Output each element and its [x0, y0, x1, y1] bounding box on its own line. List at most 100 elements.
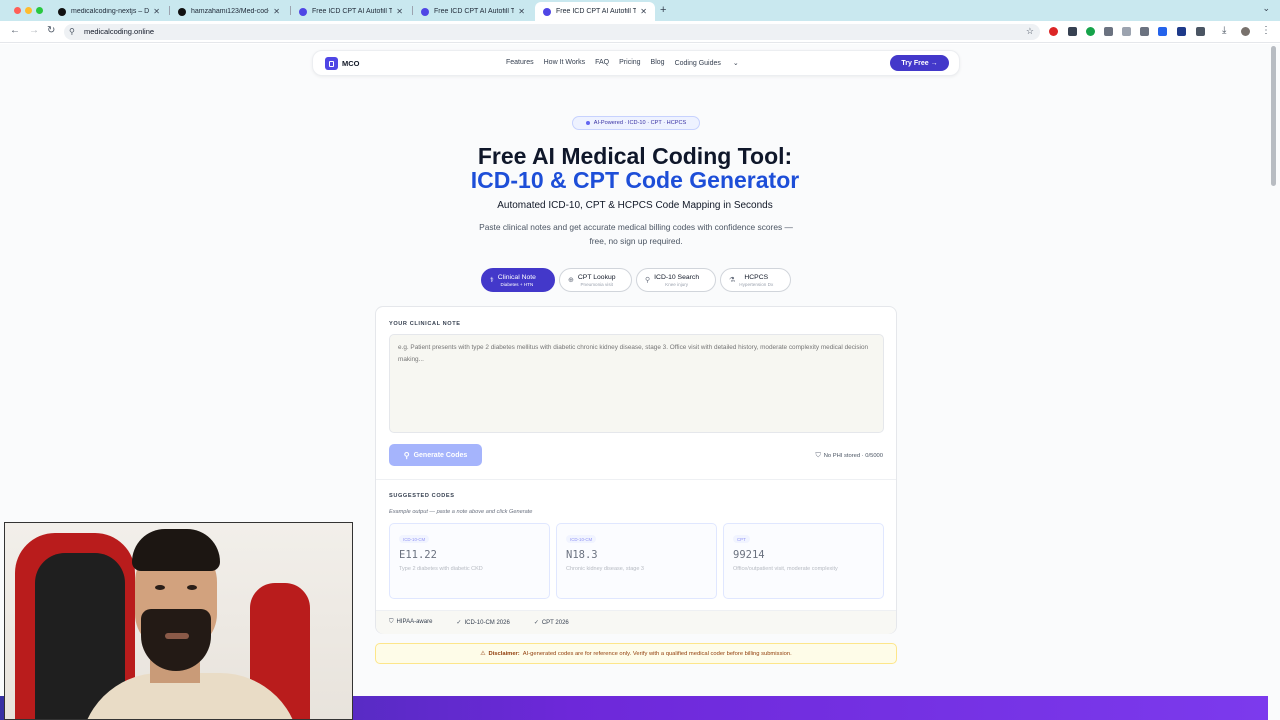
example-output-note: Example output — paste a note above and … [389, 509, 533, 515]
tab-subtitle: Hypertension Dx [739, 281, 774, 287]
extension-icon[interactable] [1049, 27, 1058, 36]
nav-link-features[interactable]: Features [506, 59, 534, 67]
close-window-button[interactable] [14, 7, 21, 14]
extensions-puzzle-icon[interactable] [1196, 27, 1205, 36]
browser-toolbar: ← → ↻ ⚲ medicalcoding.online ☆ ⤓ ⋮ [0, 21, 1280, 43]
nav-link-blog[interactable]: Blog [651, 59, 665, 67]
code-type-badge: ICD-10-CM [566, 535, 597, 543]
zoom-window-button[interactable] [36, 7, 43, 14]
address-bar[interactable]: ⚲ medicalcoding.online ☆ [64, 24, 1040, 40]
presenter-eye [187, 585, 197, 590]
bookmark-star-icon[interactable]: ☆ [1026, 26, 1034, 37]
extension-icon[interactable] [1177, 27, 1186, 36]
tab-icd10-search[interactable]: ⚲ ICD-10 Search Knee injury [636, 268, 716, 292]
shield-icon: ⛉ [815, 452, 821, 459]
back-arrow-icon[interactable]: ← [10, 25, 20, 36]
disclaimer-banner: ⚠ Disclaimer: AI-generated codes are for… [375, 643, 897, 664]
tab-title: Free ICD CPT AI Autofill Tool [312, 8, 393, 15]
close-tab-icon[interactable]: ✕ [273, 7, 280, 16]
hero-title-line2: ICD-10 & CPT Code Generator [470, 167, 800, 193]
site-info-icon[interactable]: ⚲ [69, 27, 75, 36]
icd10-badge: ✓ ICD-10-CM 2026 [456, 619, 521, 626]
generate-codes-button[interactable]: ⚲ Generate Codes [389, 444, 482, 466]
phi-status: ⛉ No PHI stored · 0/5000 [815, 452, 883, 460]
extension-icon[interactable] [1140, 27, 1149, 36]
extension-icon[interactable] [1158, 27, 1167, 36]
check-icon: ✓ [533, 620, 539, 626]
close-tab-icon[interactable]: ✕ [153, 7, 160, 16]
nav-link-how-it-works[interactable]: How It Works [544, 59, 586, 67]
code-value: 99214 [733, 549, 765, 561]
webcam-overlay [4, 522, 353, 720]
tab-title: Free ICD CPT AI Autofill Tool [434, 8, 515, 15]
nav-links: Features How It Works FAQ Pricing Blog C… [506, 59, 759, 67]
code-value: E11.22 [399, 549, 437, 561]
browser-tab[interactable]: Free ICD CPT AI Autofill Tool ✕ [291, 2, 411, 21]
profile-avatar[interactable] [1241, 27, 1250, 36]
user-doctor-icon: ⚕ [490, 277, 494, 284]
clinical-note-input[interactable] [389, 334, 884, 433]
browser-tab[interactable]: Free ICD CPT AI Autofill Tool ✕ [413, 2, 533, 21]
close-tab-icon[interactable]: ✕ [396, 7, 403, 16]
mco-favicon-icon [421, 7, 429, 16]
browser-tab-bar: medicalcoding-nextjs – Deplo ✕ hamzahami… [0, 0, 1280, 21]
code-description: Chronic kidney disease, stage 3 [566, 566, 644, 572]
close-tab-icon[interactable]: ✕ [518, 7, 525, 16]
browser-tab[interactable]: hamzahami123/Med-cod-ai ✕ [170, 2, 288, 21]
tab-hcpcs[interactable]: ⚗ HCPCS Hypertension Dx [720, 268, 791, 292]
nav-link-pricing[interactable]: Pricing [619, 59, 640, 67]
extension-icon[interactable] [1122, 27, 1131, 36]
logo-text[interactable]: MCO [342, 59, 360, 68]
tab-cpt-lookup[interactable]: ⊕ CPT Lookup Pneumonia visit [559, 268, 632, 292]
search-icon: ⚲ [403, 450, 410, 460]
clinical-note-label: YOUR CLINICAL NOTE [389, 321, 461, 327]
cpt-badge: ✓ CPT 2026 [534, 619, 581, 626]
reload-icon[interactable]: ↻ [47, 25, 55, 36]
target-icon: ⊕ [568, 277, 574, 284]
hero-description: Paste clinical notes and get accurate me… [479, 222, 793, 246]
tab-title: medicalcoding-nextjs – Deplo [71, 8, 150, 15]
code-card[interactable]: ICD-10-CM E11.22 Type 2 diabetes with di… [389, 523, 550, 599]
tab-subtitle: Pneumonia visit [580, 281, 613, 287]
tab-subtitle: Diabetes + HTN [500, 281, 534, 287]
pill-dot-icon [585, 121, 590, 125]
new-tab-plus-icon[interactable]: + [660, 4, 666, 16]
tab-clinical-note[interactable]: ⚕ Clinical Note Diabetes + HTN [481, 268, 555, 292]
feature-pill: AI-Powered · ICD-10 · CPT · HCPCS [572, 116, 700, 130]
generate-button-label: Generate Codes [413, 451, 468, 459]
extension-icon[interactable] [1104, 27, 1113, 36]
mco-favicon-icon [299, 7, 307, 16]
page-scrollbar[interactable] [1271, 46, 1276, 186]
download-icon[interactable]: ⤓ [1222, 25, 1226, 36]
browser-menu-icon[interactable]: ⋮ [1261, 25, 1271, 36]
logo-icon[interactable] [325, 57, 338, 70]
forward-arrow-icon[interactable]: → [29, 25, 39, 36]
code-value: N18.3 [566, 549, 598, 561]
nav-link-label: Coding Guides [674, 60, 721, 67]
tab-title: hamzahami123/Med-cod-ai [191, 8, 270, 15]
browser-tab-active[interactable]: Free ICD CPT AI Autofill Tool ✕ [535, 2, 655, 21]
url-text[interactable]: medicalcoding.online [84, 27, 154, 36]
nav-link-coding-guides[interactable]: Coding Guides ⌄ [675, 59, 749, 67]
hero-title-line1: Free AI Medical Coding Tool: [477, 143, 793, 169]
close-tab-icon[interactable]: ✕ [640, 7, 647, 16]
badge-text: ICD-10-CM 2026 [464, 620, 510, 626]
try-free-button[interactable]: Try Free → [890, 55, 949, 71]
code-card[interactable]: CPT 99214 Office/outpatient visit, moder… [723, 523, 884, 599]
divider [376, 479, 896, 480]
check-icon: ✓ [456, 620, 462, 626]
tab-search-chevron-icon[interactable]: ⌄ [1262, 3, 1270, 14]
nav-link-faq[interactable]: FAQ [595, 59, 609, 67]
browser-tab[interactable]: medicalcoding-nextjs – Deplo ✕ [50, 2, 168, 21]
minimize-window-button[interactable] [25, 7, 32, 14]
extension-icon[interactable] [1086, 27, 1095, 36]
tab-title: HCPCS [744, 273, 769, 281]
tab-title: CPT Lookup [577, 273, 616, 281]
tab-title: ICD-10 Search [654, 273, 700, 281]
code-type-badge: CPT [733, 535, 750, 543]
code-card[interactable]: ICD-10-CM N18.3 Chronic kidney disease, … [556, 523, 717, 599]
suggested-codes-label: SUGGESTED CODES [389, 493, 455, 499]
pill-text: AI-Powered · ICD-10 · CPT · HCPCS [593, 120, 687, 126]
badge-text: HIPAA-aware [396, 619, 433, 625]
extension-icon[interactable] [1068, 27, 1077, 36]
